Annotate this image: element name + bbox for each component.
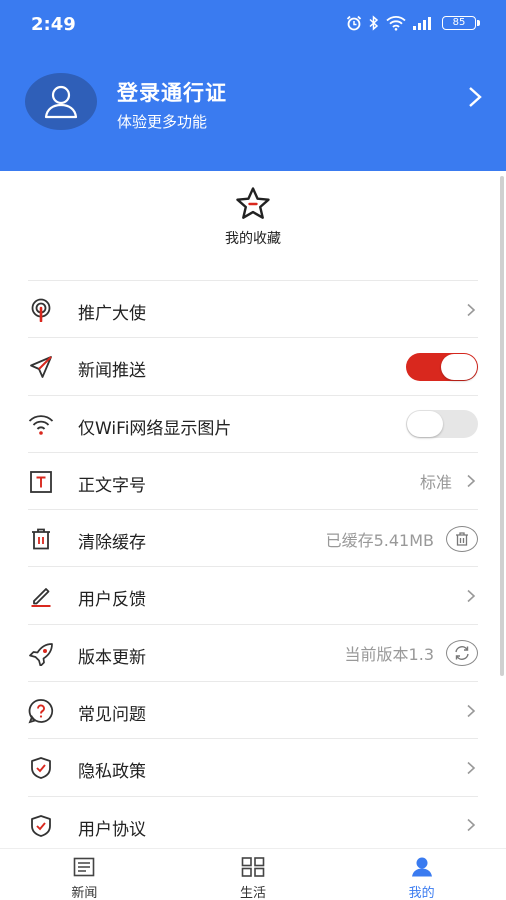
menu-item-clear-cache[interactable]: 清除缓存 已缓存5.41MB <box>28 509 478 566</box>
tab-life[interactable]: 生活 <box>169 849 338 900</box>
menu-item-label: 用户反馈 <box>78 590 146 611</box>
menu-item-feedback[interactable]: 用户反馈 <box>28 566 478 623</box>
refresh-icon <box>455 646 469 661</box>
status-bar: 2:49 85 <box>0 0 506 48</box>
menu-item-ambassador[interactable]: 推广大使 <box>28 280 478 337</box>
pencil-icon <box>28 583 54 609</box>
question-icon <box>28 698 54 724</box>
chevron-right-icon <box>467 475 476 488</box>
alarm-icon <box>346 15 362 31</box>
rocket-icon <box>28 641 54 667</box>
news-push-toggle[interactable] <box>406 352 478 381</box>
battery-icon: 85 <box>442 16 480 30</box>
menu-item-label: 清除缓存 <box>78 533 146 554</box>
login-title: 登录通行证 <box>117 81 227 105</box>
menu-item-user-agreement[interactable]: 用户协议 <box>28 795 478 853</box>
trash-small-icon <box>456 532 468 546</box>
menu-item-label: 版本更新 <box>78 647 146 668</box>
check-update-button[interactable] <box>446 640 478 667</box>
toggle-knob <box>407 411 443 438</box>
menu-item-privacy-policy[interactable]: 隐私政策 <box>28 738 478 795</box>
wifi-status-icon <box>386 16 406 31</box>
shield-icon <box>28 755 54 781</box>
menu-item-faq[interactable]: 常见问题 <box>28 681 478 738</box>
menu-item-label: 隐私政策 <box>78 762 146 783</box>
news-icon <box>74 857 95 877</box>
menu-item-label: 常见问题 <box>78 705 146 726</box>
header: 2:49 85 登录通行证 体验更多功能 <box>0 0 506 171</box>
person-icon <box>411 857 432 877</box>
current-version-value: 当前版本1.3 <box>344 645 434 665</box>
status-icons: 85 <box>346 15 480 31</box>
login-subtitle: 体验更多功能 <box>117 113 208 131</box>
tab-label: 生活 <box>240 886 267 900</box>
chevron-right-icon <box>467 704 476 717</box>
tab-mine[interactable]: 我的 <box>337 849 506 900</box>
menu-item-font-size[interactable]: 正文字号 标准 <box>28 451 478 509</box>
menu-item-wifi-images: 仅WiFi网络显示图片 <box>28 394 478 452</box>
chevron-right-icon <box>467 819 476 832</box>
clear-cache-button[interactable] <box>446 525 478 552</box>
chevron-right-icon <box>467 303 476 316</box>
chevron-right-icon <box>469 87 482 107</box>
cache-size-value: 已缓存5.41MB <box>325 530 434 550</box>
trash-icon <box>28 526 54 552</box>
tab-label: 我的 <box>408 886 435 900</box>
menu-item-label: 新闻推送 <box>78 361 146 382</box>
wifi-images-toggle[interactable] <box>406 410 478 439</box>
tab-news[interactable]: 新闻 <box>0 849 169 900</box>
shield-icon <box>28 813 54 839</box>
chevron-right-icon <box>467 761 476 774</box>
chevron-right-icon <box>467 589 476 603</box>
signal-icon <box>413 17 431 30</box>
avatar <box>25 73 97 130</box>
star-icon <box>236 187 270 219</box>
menu-item-news-push: 新闻推送 <box>28 337 478 394</box>
bluetooth-icon <box>369 15 379 31</box>
text-size-icon <box>28 469 54 495</box>
font-size-value: 标准 <box>419 473 452 493</box>
menu-item-version-update[interactable]: 版本更新 当前版本1.3 <box>28 623 478 681</box>
menu-item-label: 正文字号 <box>78 475 146 496</box>
settings-menu: 推广大使 新闻推送 仅WiFi网络显示图片 正文字号 标准 清除缓存 已缓存5.… <box>0 280 506 853</box>
ambassador-icon <box>28 297 54 323</box>
login-profile-entry[interactable]: 登录通行证 体验更多功能 <box>25 73 483 131</box>
tab-label: 新闻 <box>71 886 98 900</box>
toggle-knob <box>441 353 477 380</box>
menu-item-label: 推广大使 <box>78 304 146 324</box>
wifi-icon <box>28 412 54 438</box>
user-avatar-icon <box>44 85 78 118</box>
status-time: 2:49 <box>31 14 76 35</box>
favorites-button[interactable]: 我的收藏 <box>203 186 303 248</box>
bottom-tab-bar: 新闻 生活 我的 <box>0 848 506 900</box>
grid-icon <box>241 857 265 877</box>
menu-item-label: 用户协议 <box>78 819 146 840</box>
scrollbar[interactable] <box>500 176 504 676</box>
favorites-label: 我的收藏 <box>225 231 281 247</box>
menu-item-label: 仅WiFi网络显示图片 <box>78 418 232 439</box>
send-icon <box>28 354 54 380</box>
